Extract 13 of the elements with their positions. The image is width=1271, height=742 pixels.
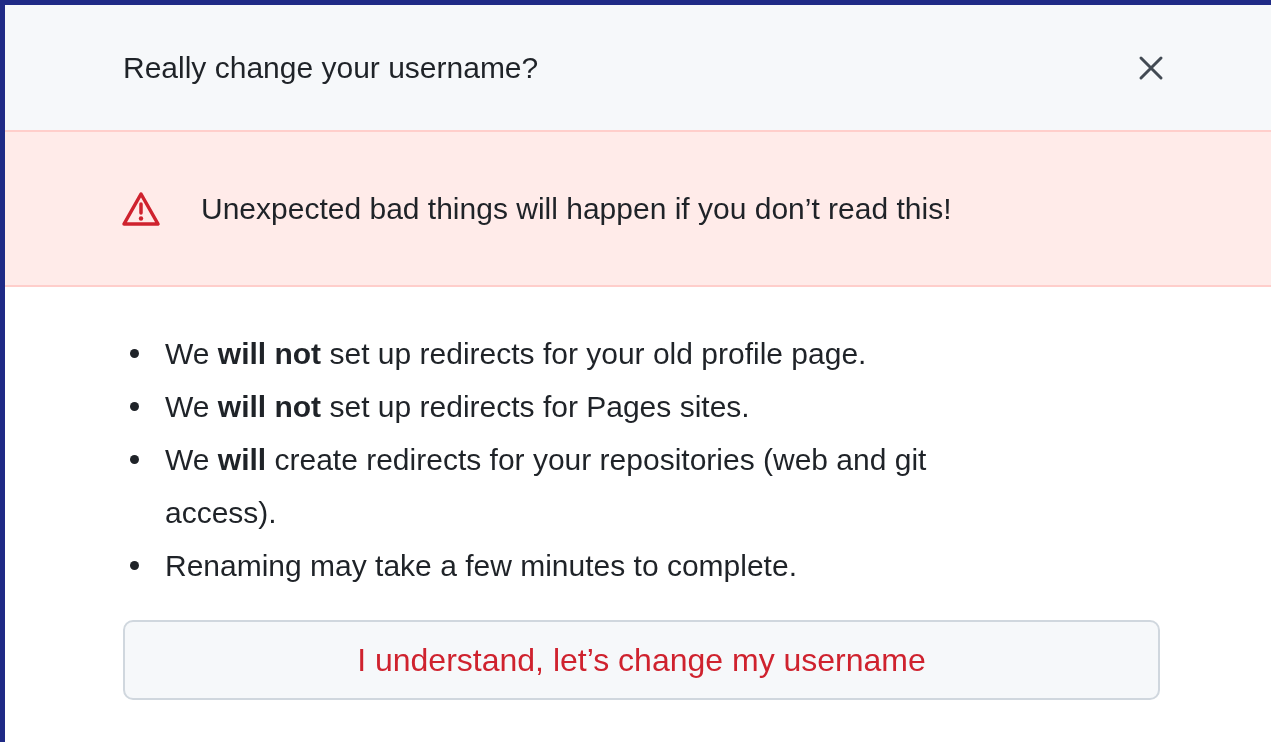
bullet-icon — [130, 349, 139, 358]
bullet-icon — [130, 455, 139, 464]
bullet-icon — [130, 402, 139, 411]
list-item: Renaming may take a few minutes to complete. — [165, 548, 797, 584]
bullet-icon — [130, 561, 139, 570]
alert-text: Unexpected bad things will happen if you don’t read this! — [201, 191, 952, 226]
list-item: We will create redirects for your repositories (web and git access). — [165, 442, 928, 531]
close-icon — [1138, 54, 1164, 81]
list-item: We will not set up redirects for Pages sites. — [165, 389, 750, 425]
list-item: We will not set up redirects for your old profile page. — [165, 336, 867, 372]
dialog-title: Really change your username? — [123, 50, 539, 85]
confirm-button[interactable]: I understand, let’s change my username — [123, 620, 1160, 700]
warning-icon — [121, 190, 161, 227]
